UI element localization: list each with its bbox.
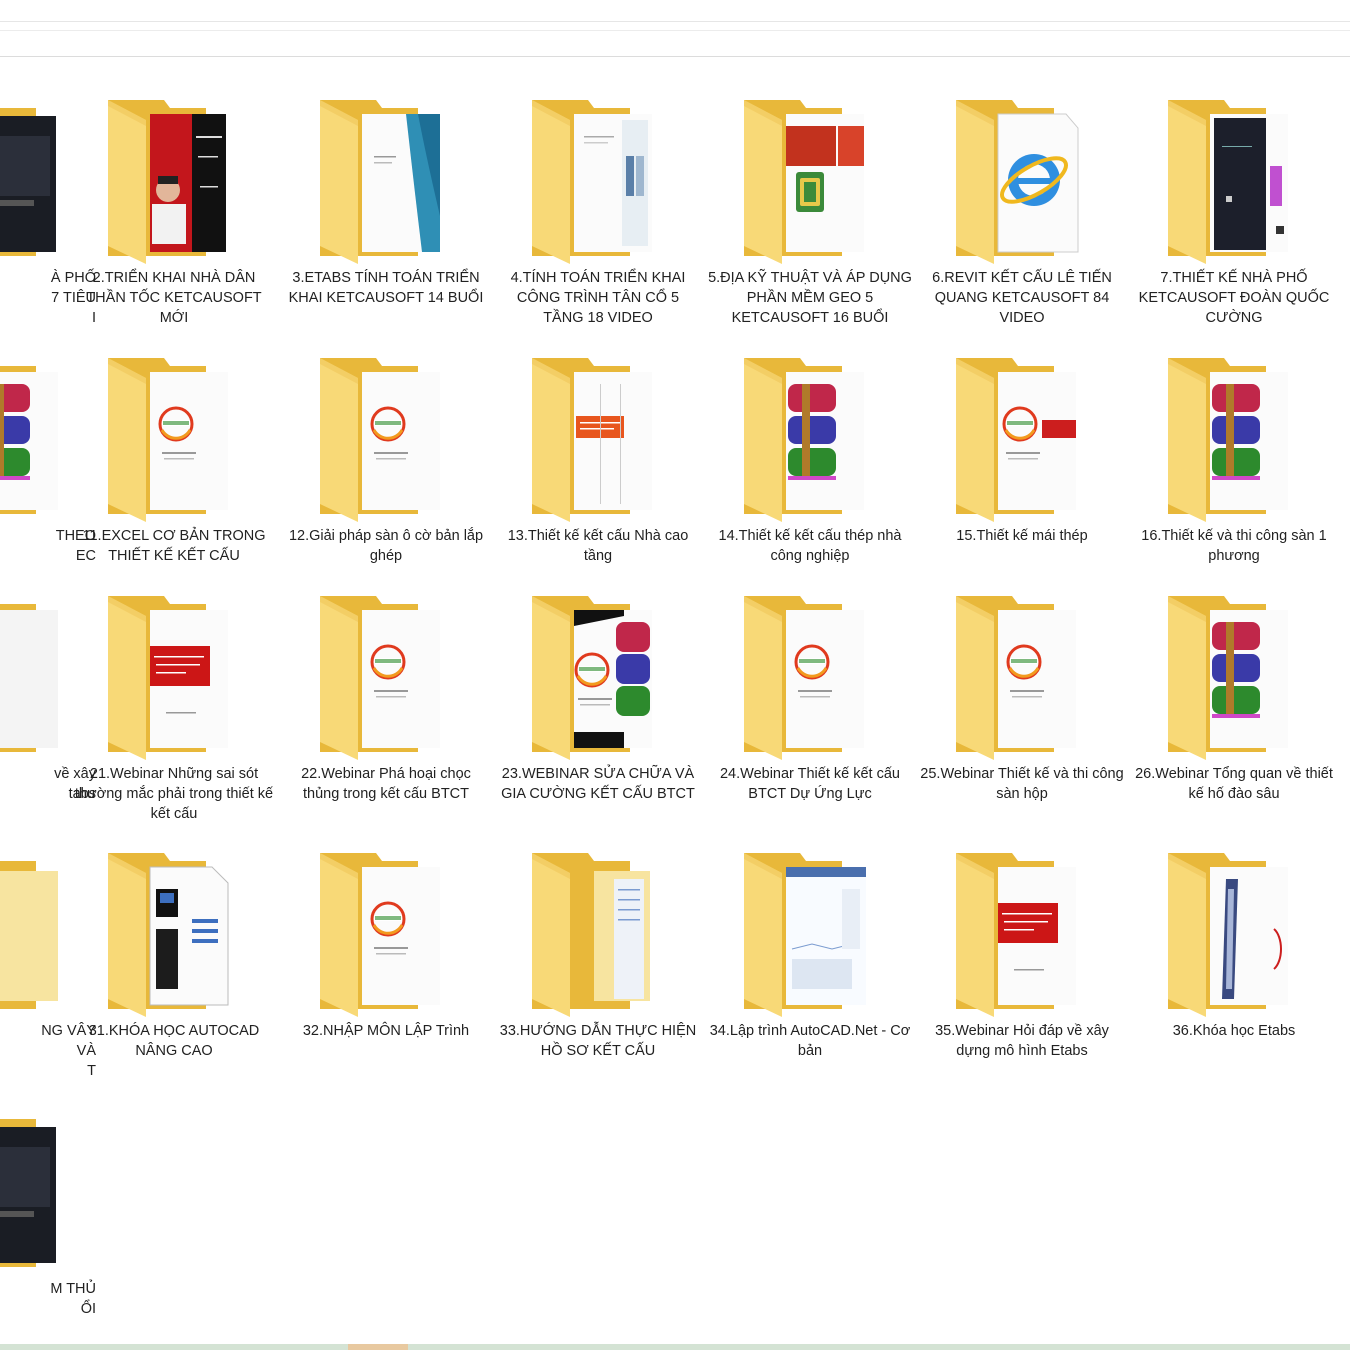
folder-item[interactable]: 11.EXCEL CƠ BẢN TRONG THIẾT KẾ KẾT CẤU	[68, 354, 280, 604]
folder-item[interactable]: 16.Thiết kế và thi công sàn 1 phương	[1128, 354, 1340, 604]
folder-ketcausoft-thumb-icon	[954, 354, 1090, 524]
folder-item[interactable]: 6.REVIT KẾT CẤU LÊ TIẾN QUANG KETCAUSOFT…	[916, 96, 1128, 346]
folder-label: 24.Webinar Thiết kế kết cấu BTCT Dự Ứng …	[719, 766, 900, 802]
folder-label: 16.Thiết kế và thi công sàn 1 phương	[1141, 528, 1327, 564]
folder-label: 13.Thiết kế kết cấu Nhà cao tầng	[507, 528, 689, 564]
folder-label: 7.THIẾT KẾ NHÀ PHỐ KETCAUSOFT ĐOÀN QUỐC …	[1138, 270, 1330, 326]
folder-red-banner-thumb-icon	[954, 849, 1090, 1019]
folder-etabs-thumb-icon	[1166, 849, 1302, 1019]
folder-item[interactable]: 24.Webinar Thiết kế kết cấu BTCT Dự Ứng …	[704, 592, 916, 842]
folder-winrar-thumb-icon	[530, 592, 666, 762]
folder-item[interactable]: 12.Giải pháp sàn ô cờ bản lắp ghép	[280, 354, 492, 604]
folder-label: 35.Webinar Hỏi đáp về xây dựng mô hình E…	[935, 1023, 1109, 1059]
folder-label: 12.Giải pháp sàn ô cờ bản lắp ghép	[288, 528, 484, 564]
folder-label: 6.REVIT KẾT CẤU LÊ TIẾN QUANG KETCAUSOFT…	[932, 270, 1112, 326]
folder-item[interactable]: 31.KHÓA HỌC AUTOCAD NÂNG CAO	[68, 849, 280, 1099]
folder-ie-thumb-icon	[954, 96, 1090, 266]
folder-ketcausoft-thumb-icon	[106, 354, 242, 524]
folder-item[interactable]: 5.ĐỊA KỸ THUẬT VÀ ÁP DỤNG PHẦN MỀM GEO 5…	[704, 96, 916, 346]
folder-plain-icon	[0, 849, 72, 1019]
folder-item[interactable]: 25.Webinar Thiết kế và thi công sàn hộp	[916, 592, 1128, 842]
folder-ketcausoft-thumb-icon	[742, 592, 878, 762]
divider	[0, 30, 1350, 31]
folder-winrar-thumb-icon	[1166, 592, 1302, 762]
folder-ketcausoft-thumb-icon	[318, 354, 454, 524]
folder-item[interactable]: 22.Webinar Phá hoại chọc thủng trong kết…	[280, 592, 492, 842]
folder-label: 23.WEBINAR SỬA CHỮA VÀ GIA CƯỜNG KẾT CẤU…	[501, 766, 695, 802]
folder-orange-doc-thumb-icon	[530, 354, 666, 524]
folder-item[interactable]: 35.Webinar Hỏi đáp về xây dựng mô hình E…	[916, 849, 1128, 1099]
folder-label: 33.HƯỚNG DẪN THỰC HIỆN HỒ SƠ KẾT CẤU	[499, 1023, 697, 1059]
folder-winrar-thumb-icon	[0, 354, 72, 524]
folder-dark-thumb-icon	[0, 1107, 72, 1277]
folder-doc-thumb-icon	[0, 592, 72, 762]
status-bar	[0, 1344, 1350, 1350]
folder-label: 5.ĐỊA KỸ THUẬT VÀ ÁP DỤNG PHẦN MỀM GEO 5…	[708, 270, 912, 326]
folder-item[interactable]: 7.THIẾT KẾ NHÀ PHỐ KETCAUSOFT ĐOÀN QUỐC …	[1128, 96, 1340, 346]
folder-label: 15.Thiết kế mái thép	[956, 528, 1088, 544]
folder-video-thumb-icon	[106, 96, 242, 266]
folder-item[interactable]: 15.Thiết kế mái thép	[916, 354, 1128, 604]
folder-item[interactable]: 2.TRIỂN KHAI NHÀ DÂN THẦN TỐC KETCAUSOFT…	[68, 96, 280, 346]
folder-item[interactable]: 32.NHẬP MÔN LẬP Trình	[280, 849, 492, 1099]
folder-ketcausoft-thumb-icon	[318, 849, 454, 1019]
folder-label: 2.TRIỂN KHAI NHÀ DÂN THẦN TỐC KETCAUSOFT…	[86, 270, 262, 326]
folder-winrar-thumb-icon	[1166, 354, 1302, 524]
folder-geo-thumb-icon	[742, 96, 878, 266]
folder-item[interactable]: 26.Webinar Tổng quan về thiết kế hố đào …	[1128, 592, 1340, 842]
folder-sea-thumb-icon	[318, 96, 454, 266]
folder-cad-doc-thumb-icon	[106, 849, 242, 1019]
folder-item[interactable]: 4.TÍNH TOÁN TRIỂN KHAI CÔNG TRÌNH TÂN CỔ…	[492, 96, 704, 346]
folder-cad-thumb-icon	[1166, 96, 1302, 266]
folder-label: 21.Webinar Những sai sót thường mắc phải…	[74, 766, 274, 822]
folder-dark-thumb-icon	[0, 96, 72, 266]
folder-item[interactable]: 34.Lập trình AutoCAD.Net - Cơ bản	[704, 849, 916, 1099]
folder-label: 25.Webinar Thiết kế và thi công sàn hộp	[920, 766, 1124, 802]
divider	[0, 21, 1350, 22]
divider	[0, 56, 1350, 57]
folder-item[interactable]: M THỦ ỔI	[0, 1107, 110, 1357]
folder-item[interactable]: 13.Thiết kế kết cấu Nhà cao tầng	[492, 354, 704, 604]
folder-label: 31.KHÓA HỌC AUTOCAD NÂNG CAO	[88, 1023, 260, 1059]
folder-item[interactable]: 36.Khóa học Etabs	[1128, 849, 1340, 1099]
folder-red-banner-thumb-icon	[106, 592, 242, 762]
folder-ketcausoft-thumb-icon	[954, 592, 1090, 762]
folder-label: M THỦ ỔI	[50, 1281, 96, 1317]
folder-label: 3.ETABS TÍNH TOÁN TRIỂN KHAI KETCAUSOFT …	[288, 270, 484, 306]
folder-screenshot-thumb-icon	[742, 849, 878, 1019]
folder-label: 22.Webinar Phá hoại chọc thủng trong kết…	[301, 766, 471, 802]
folder-files-thumb-icon	[530, 849, 666, 1019]
folder-label: 14.Thiết kế kết cấu thép nhà công nghiệp	[718, 528, 902, 564]
status-bar-marker	[348, 1344, 408, 1350]
folder-item[interactable]: 14.Thiết kế kết cấu thép nhà công nghiệp	[704, 354, 916, 604]
folder-label: 26.Webinar Tổng quan về thiết kế hố đào …	[1135, 766, 1333, 802]
folder-label: 32.NHẬP MÔN LẬP Trình	[302, 1023, 470, 1039]
folder-winrar-thumb-icon	[742, 354, 878, 524]
address-bar-area	[0, 0, 1350, 60]
folder-item[interactable]: 21.Webinar Những sai sót thường mắc phải…	[68, 592, 280, 842]
folder-ketcausoft-thumb-icon	[318, 592, 454, 762]
folder-label: 4.TÍNH TOÁN TRIỂN KHAI CÔNG TRÌNH TÂN CỔ…	[510, 270, 686, 326]
folder-label: 36.Khóa học Etabs	[1172, 1023, 1296, 1039]
folder-item[interactable]: 33.HƯỚNG DẪN THỰC HIỆN HỒ SƠ KẾT CẤU	[492, 849, 704, 1099]
folder-label: 11.EXCEL CƠ BẢN TRONG THIẾT KẾ KẾT CẤU	[82, 528, 266, 564]
folder-doc-thumb-icon	[530, 96, 666, 266]
folder-label: 34.Lập trình AutoCAD.Net - Cơ bản	[709, 1023, 911, 1059]
folder-item[interactable]: 3.ETABS TÍNH TOÁN TRIỂN KHAI KETCAUSOFT …	[280, 96, 492, 346]
folder-item[interactable]: 23.WEBINAR SỬA CHỮA VÀ GIA CƯỜNG KẾT CẤU…	[492, 592, 704, 842]
